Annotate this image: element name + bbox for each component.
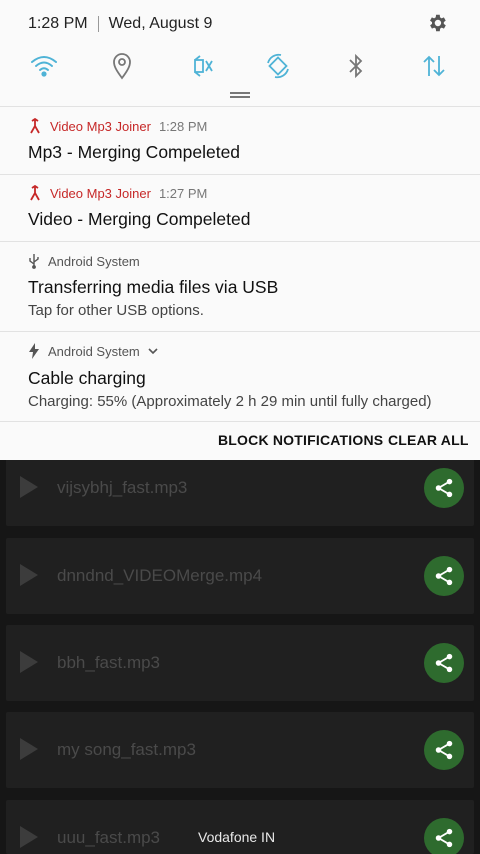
separator — [97, 16, 99, 32]
usb-icon — [29, 254, 39, 269]
notification-header: Video Mp3 Joiner 1:27 PM — [28, 185, 207, 201]
chevron-down-icon[interactable] — [148, 347, 158, 355]
notification-title: Cable charging — [28, 368, 146, 388]
file-name: my song_fast.mp3 — [57, 740, 196, 759]
share-icon — [435, 478, 453, 498]
share-icon — [435, 566, 453, 586]
notification-header: Android System — [28, 253, 140, 269]
file-name: uuu_fast.mp3 — [57, 828, 161, 847]
gear-icon — [430, 14, 446, 32]
notification-title: Video - Merging Compeleted — [28, 209, 251, 229]
play-icon[interactable] — [20, 738, 38, 760]
mobile-data-toggle[interactable] — [416, 48, 452, 84]
share-icon — [435, 740, 453, 760]
settings-button[interactable] — [426, 12, 448, 34]
bluetooth-toggle[interactable] — [338, 48, 374, 84]
share-button[interactable] — [424, 643, 464, 683]
play-icon[interactable] — [20, 564, 38, 586]
notification-title: Transferring media files via USB — [28, 277, 279, 297]
list-item[interactable]: bbh_fast.mp3 — [6, 625, 474, 701]
play-icon[interactable] — [20, 476, 38, 498]
carrier-label: Vodafone IN — [198, 829, 276, 845]
list-item[interactable]: dnndnd_VIDEOMerge.mp4 — [6, 538, 474, 614]
list-item[interactable]: uuu_fast.mp3 — [6, 800, 474, 854]
list-item[interactable]: my song_fast.mp3 — [6, 712, 474, 788]
notification-charging[interactable]: Android System Cable charging Charging: … — [0, 332, 480, 422]
notification-usb[interactable]: Android System Transferring media files … — [0, 242, 480, 331]
list-item[interactable]: vijsybhj_fast.mp3 — [6, 450, 474, 526]
share-icon — [435, 653, 453, 673]
joiner-icon — [30, 118, 40, 134]
wifi-icon — [31, 56, 57, 77]
quick-settings — [0, 48, 480, 84]
date: Wed, August 9 — [108, 15, 213, 32]
share-button[interactable] — [424, 468, 464, 508]
notification-header: Video Mp3 Joiner 1:28 PM — [28, 118, 207, 134]
location-toggle[interactable] — [104, 48, 140, 84]
sound-toggle[interactable] — [183, 48, 219, 84]
drag-handle[interactable] — [230, 92, 250, 98]
status-row: 1:28 PM Wed, August 9 — [28, 14, 212, 34]
app-name: Video Mp3 Joiner — [50, 118, 151, 134]
notification-actions: BLOCK NOTIFICATIONS CLEAR ALL — [0, 422, 480, 460]
app-name: Android System — [48, 343, 140, 359]
notification-time: 1:28 PM — [158, 118, 208, 134]
mobile-data-icon — [423, 55, 445, 77]
app-name: Android System — [48, 253, 140, 269]
notification-body: Charging: 55% (Approximately 2 h 29 min … — [28, 393, 432, 410]
notification-time: 1:27 PM — [158, 185, 208, 201]
clock: 1:28 PM — [28, 15, 88, 32]
file-name: vijsybhj_fast.mp3 — [57, 478, 188, 497]
share-icon — [435, 828, 453, 848]
joiner-icon — [30, 185, 40, 201]
notification-body: Tap for other USB options. — [28, 302, 204, 319]
bluetooth-icon — [349, 53, 363, 79]
notification-header: Android System — [28, 343, 158, 359]
block-notifications-button[interactable]: BLOCK NOTIFICATIONS — [218, 432, 383, 448]
notification-shade: 1:28 PM Wed, August 9 Video Mp3 Joiner 1… — [0, 0, 480, 460]
clear-all-button[interactable]: CLEAR ALL — [388, 432, 469, 448]
share-button[interactable] — [424, 818, 464, 854]
file-name: bbh_fast.mp3 — [57, 653, 161, 672]
notification-title: Mp3 - Merging Compeleted — [28, 142, 241, 162]
notification-mp3-merge[interactable]: Video Mp3 Joiner 1:28 PM Mp3 - Merging C… — [0, 107, 480, 173]
auto-rotate-icon — [267, 53, 289, 79]
wifi-toggle[interactable] — [26, 48, 62, 84]
rotate-toggle[interactable] — [260, 48, 296, 84]
share-button[interactable] — [424, 730, 464, 770]
notification-video-merge[interactable]: Video Mp3 Joiner 1:27 PM Video - Merging… — [0, 175, 480, 241]
charging-bolt-icon — [29, 343, 39, 359]
location-icon — [113, 53, 131, 80]
share-button[interactable] — [424, 556, 464, 596]
file-name: dnndnd_VIDEOMerge.mp4 — [57, 566, 263, 585]
sound-mute-icon — [194, 55, 213, 77]
play-icon[interactable] — [20, 826, 38, 848]
app-name: Video Mp3 Joiner — [50, 185, 151, 201]
play-icon[interactable] — [20, 651, 38, 673]
